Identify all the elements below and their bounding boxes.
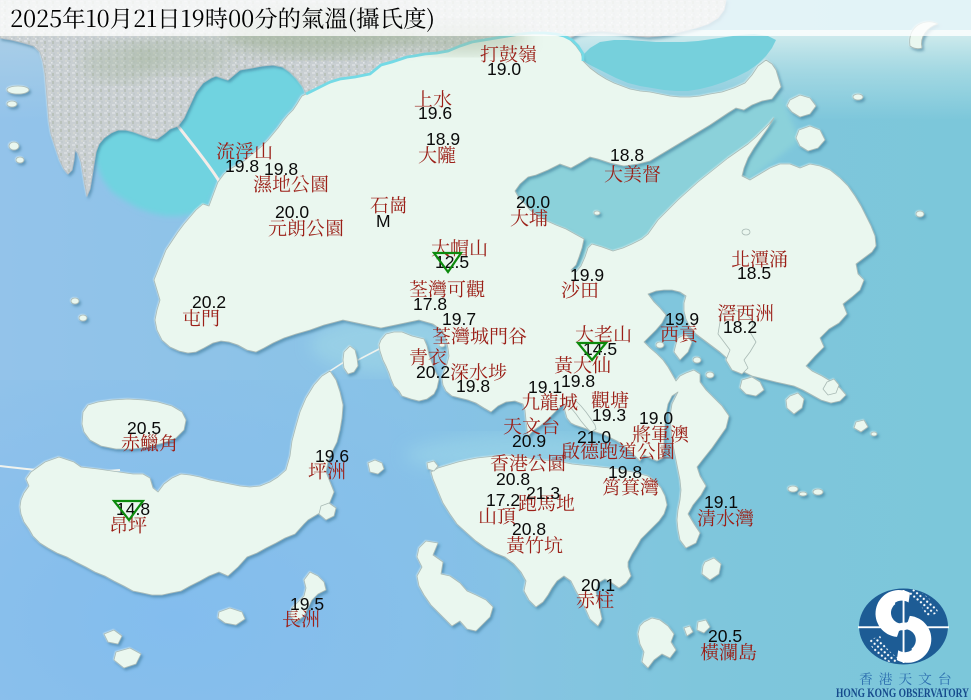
svg-text:21.3: 21.3	[526, 483, 560, 503]
svg-text:19.8: 19.8	[264, 159, 298, 179]
svg-text:19.1: 19.1	[704, 492, 738, 512]
svg-text:18.5: 18.5	[737, 263, 771, 283]
svg-text:20.5: 20.5	[127, 418, 161, 438]
svg-text:20.2: 20.2	[416, 362, 450, 382]
svg-text:19.8: 19.8	[225, 156, 259, 176]
svg-text:20.8: 20.8	[512, 519, 546, 539]
svg-text:19.0: 19.0	[639, 408, 673, 428]
svg-text:19.1: 19.1	[528, 377, 562, 397]
svg-text:19.0: 19.0	[487, 59, 521, 79]
svg-text:19.8: 19.8	[561, 371, 595, 391]
svg-text:M: M	[376, 211, 391, 231]
svg-text:19.8: 19.8	[456, 376, 490, 396]
svg-text:20.9: 20.9	[512, 431, 546, 451]
svg-text:20.1: 20.1	[581, 575, 615, 595]
svg-text:20.0: 20.0	[275, 202, 309, 222]
svg-text:19.7: 19.7	[442, 309, 476, 329]
svg-text:19.3: 19.3	[592, 405, 626, 425]
svg-text:HONG KONG OBSERVATORY: HONG KONG OBSERVATORY	[836, 686, 969, 700]
svg-text:20.8: 20.8	[496, 469, 530, 489]
svg-text:19.9: 19.9	[570, 265, 604, 285]
svg-text:20.2: 20.2	[192, 292, 226, 312]
svg-text:19.6: 19.6	[418, 103, 452, 123]
svg-text:19.5: 19.5	[290, 594, 324, 614]
svg-text:21.0: 21.0	[577, 427, 611, 447]
svg-text:19.8: 19.8	[608, 462, 642, 482]
svg-text:20.0: 20.0	[516, 192, 550, 212]
svg-text:19.9: 19.9	[665, 309, 699, 329]
svg-text:19.6: 19.6	[315, 446, 349, 466]
svg-text:18.8: 18.8	[610, 145, 644, 165]
svg-text:18.9: 18.9	[426, 129, 460, 149]
svg-text:20.5: 20.5	[708, 626, 742, 646]
svg-text:17.2: 17.2	[486, 490, 520, 510]
svg-text:18.2: 18.2	[723, 317, 757, 337]
